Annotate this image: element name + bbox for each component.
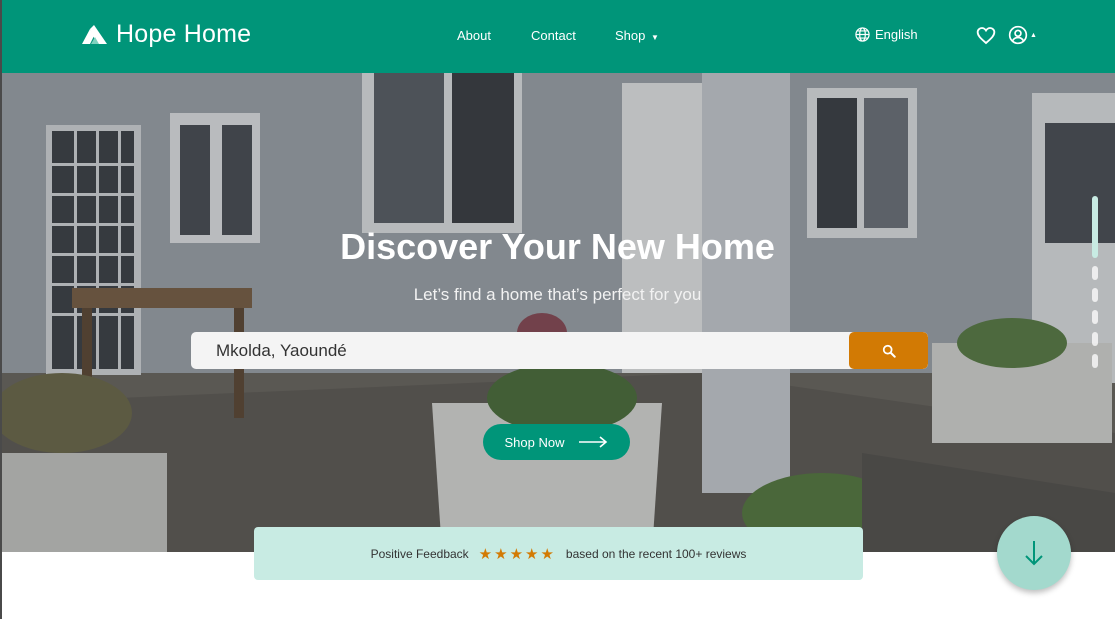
brand-logo[interactable]: Hope Home [80,20,251,49]
hero-banner [2,73,1115,552]
hero-background-image [2,73,1115,552]
shop-now-button[interactable]: Shop Now [483,424,630,460]
carousel-dot[interactable] [1092,288,1098,302]
heart-icon [976,27,996,45]
carousel-dot[interactable] [1092,332,1098,346]
search-icon [882,344,896,358]
carousel-dot[interactable] [1092,310,1098,324]
top-nav: Hope Home About Contact Shop ▼ English ▲ [0,0,1115,73]
arrow-right-icon [579,436,608,448]
carousel-dot[interactable] [1092,266,1098,280]
hero-title: Discover Your New Home [340,226,775,267]
arrow-down-icon [1025,541,1043,566]
brand-name: Hope Home [116,20,252,48]
rating-stars: ★★★★★ [478,545,556,563]
search-button[interactable] [849,332,928,369]
wishlist-button[interactable] [976,26,996,50]
globe-icon [855,27,870,42]
user-icon [1008,25,1028,45]
hero-subtitle: Let’s find a home that’s perfect for you [413,285,702,304]
nav-link-about[interactable]: About [457,28,491,43]
location-search-bar [191,332,928,369]
caret-up-icon: ▲ [1030,31,1037,39]
carousel-indicators [1092,196,1098,376]
feedback-banner: Positive Feedback ★★★★★ based on the rec… [254,527,863,580]
nav-link-shop-label: Shop [615,28,646,43]
account-menu-button[interactable]: ▲ [1008,25,1037,45]
nav-link-contact[interactable]: Contact [531,28,576,43]
language-label: English [875,27,918,42]
reviews-text: based on the recent 100+ reviews [565,546,747,561]
carousel-dot[interactable] [1092,354,1098,368]
window-edge [0,0,2,619]
location-search-input[interactable] [191,332,848,369]
logo-icon [82,24,107,44]
nav-link-shop[interactable]: Shop ▼ [615,28,659,43]
caret-down-icon: ▼ [651,33,659,42]
language-selector[interactable]: English [855,27,918,42]
carousel-dot-active[interactable] [1092,196,1098,258]
scroll-down-button[interactable] [997,516,1071,590]
feedback-label: Positive Feedback [370,546,469,561]
shop-now-label: Shop Now [504,434,565,450]
